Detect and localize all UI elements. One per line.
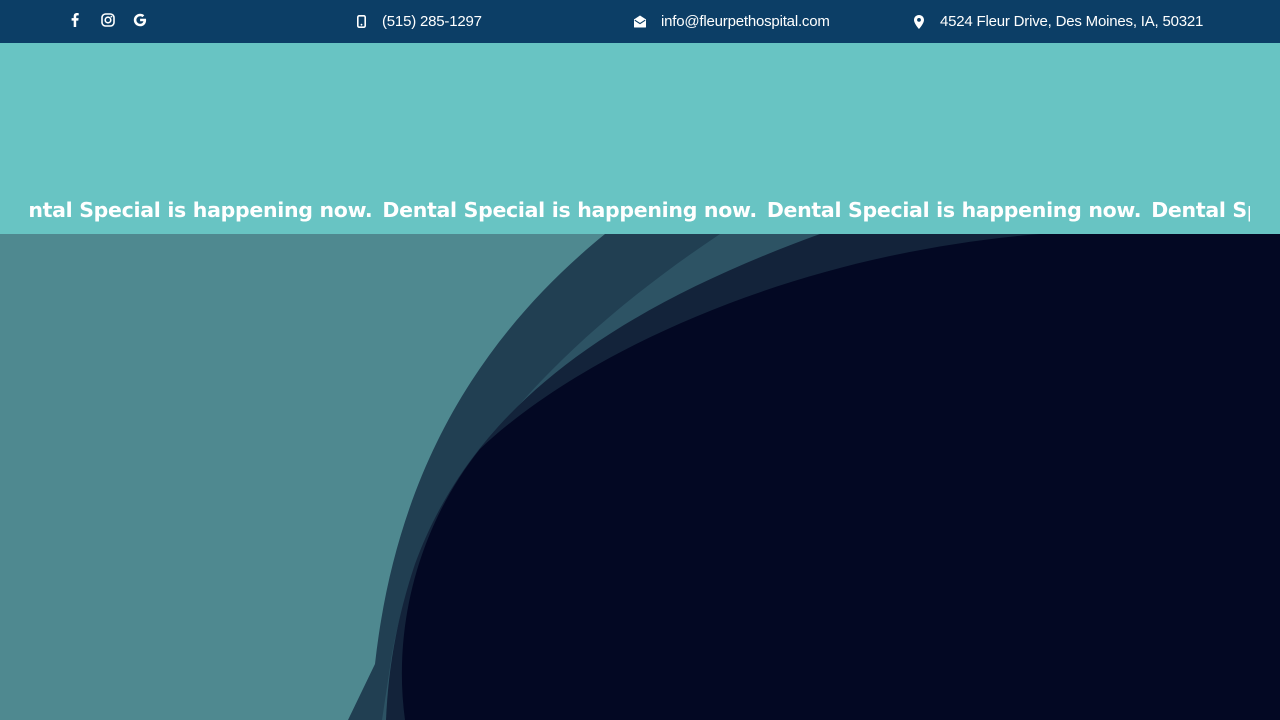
marquee-text: Dental Special is happening now. Dental S… [30, 190, 1250, 230]
phone-contact[interactable]: (515) 285-1297 [354, 0, 482, 43]
instagram-icon [101, 13, 115, 27]
email-address: info@fleurpethospital.com [661, 13, 830, 30]
address-contact[interactable]: 4524 Fleur Drive, Des Moines, IA, 50321 [912, 0, 1203, 43]
top-contact-bar: (515) 285-1297 info@fleurpethospital.com… [0, 0, 1280, 43]
facebook-icon [71, 13, 79, 27]
marquee-window: Dental Special is happening now. Dental S… [30, 190, 1250, 230]
map-pin-icon [912, 14, 926, 29]
phone-number: (515) 285-1297 [382, 13, 482, 30]
facebook-link[interactable] [66, 11, 84, 29]
instagram-link[interactable] [99, 11, 117, 29]
promo-banner: Dental Special is happening now. Dental S… [0, 43, 1280, 234]
marquee-item: Dental Special is happening now. [30, 198, 373, 222]
marquee-item: Dental Special is happening now. [766, 198, 1142, 222]
mobile-phone-icon [354, 15, 368, 29]
street-address: 4524 Fleur Drive, Des Moines, IA, 50321 [940, 13, 1204, 30]
google-link[interactable] [131, 11, 149, 29]
google-icon [133, 13, 147, 27]
marquee-item: Dental Special is happening now. [1151, 198, 1250, 222]
hero-wave-background [348, 234, 1280, 720]
email-contact[interactable]: info@fleurpethospital.com [633, 0, 830, 43]
marquee-item: Dental Special is happening now. [382, 198, 757, 222]
hero-section [0, 234, 1280, 720]
envelope-open-icon [633, 15, 647, 29]
